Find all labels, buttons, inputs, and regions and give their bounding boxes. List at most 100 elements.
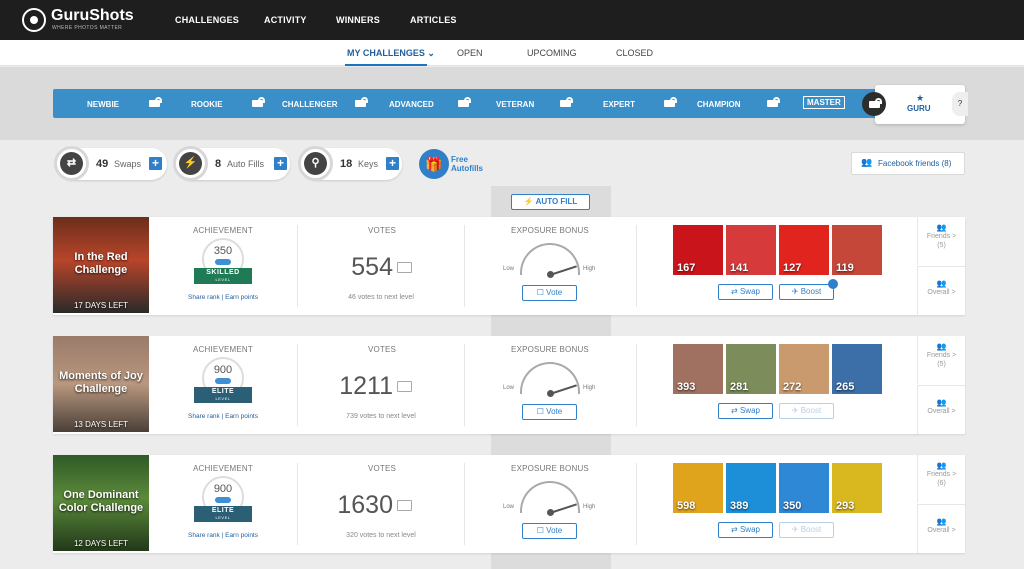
days-left: 13 DAYS LEFT — [73, 420, 129, 429]
photo-votes: 167 — [677, 262, 696, 274]
photo-votes: 127 — [783, 262, 802, 274]
achievement-progress — [215, 378, 231, 384]
achievement-points: 350 — [213, 245, 233, 257]
users-icon: 👥 — [936, 517, 947, 526]
free-autofills-link-line2[interactable]: Autofills — [451, 164, 483, 173]
users-icon: 👥 — [936, 461, 947, 470]
share-rank-link[interactable]: Share rank — [188, 413, 220, 420]
photo-votes: 272 — [783, 381, 802, 393]
exposure-header: EXPOSURE BONUS — [511, 226, 589, 235]
level-expert[interactable]: EXPERT — [603, 100, 635, 109]
vote-button[interactable]: ☐ Vote — [522, 404, 577, 420]
lock-icon — [355, 97, 368, 107]
tab-upcoming[interactable]: UPCOMING — [527, 48, 577, 58]
photo-votes: 119 — [836, 262, 854, 274]
swaps-label: Swaps — [114, 159, 142, 169]
challenge-title[interactable]: Moments of Joy Challenge — [53, 370, 149, 396]
days-left: 12 DAYS LEFT — [73, 539, 129, 548]
share-rank-link[interactable]: Share rank — [188, 532, 220, 539]
overall-rank-link[interactable]: 👥 Overall > — [917, 504, 965, 553]
section-divider — [636, 344, 637, 426]
vote-button[interactable]: ☐ Vote — [522, 523, 577, 539]
help-button[interactable]: ? — [952, 92, 968, 116]
boost-button[interactable]: ✈ Boost — [779, 403, 834, 419]
brand-tagline: WHERE PHOTOS MATTER — [52, 25, 123, 31]
votes-header: VOTES — [367, 226, 397, 235]
tab-closed[interactable]: CLOSED — [616, 48, 653, 58]
section-divider — [464, 344, 465, 426]
friends-rank-link[interactable]: 👥 Friends > (5) — [917, 336, 965, 384]
achievement-header: ACHIEVEMENT — [193, 464, 253, 473]
photo-votes: 389 — [730, 500, 749, 512]
gurushots-logo-icon[interactable] — [22, 8, 46, 32]
lightning-icon: ⚡ — [173, 146, 208, 181]
gift-icon[interactable]: 🎁 — [419, 149, 449, 179]
add-keys-button[interactable]: + — [386, 157, 399, 170]
earn-points-link[interactable]: Earn points — [225, 413, 258, 420]
gauge-pivot — [547, 509, 554, 516]
level-veteran[interactable]: VETERAN — [496, 100, 534, 109]
nav-challenges[interactable]: CHALLENGES — [175, 15, 239, 25]
level-advanced[interactable]: ADVANCED — [389, 100, 434, 109]
chevron-down-icon: ⌄ — [427, 48, 435, 58]
nav-winners[interactable]: WINNERS — [336, 15, 380, 25]
auto-fill-button[interactable]: ⚡ AUTO FILL — [511, 194, 590, 210]
level-rookie[interactable]: ROOKIE — [191, 100, 223, 109]
keys-count: 18 — [340, 158, 353, 170]
brand-name[interactable]: GuruShots — [51, 7, 134, 25]
votes-count: 1630 — [337, 491, 393, 519]
lock-icon — [828, 279, 838, 289]
gauge-high-label: High — [583, 266, 596, 272]
level-badge: SKILLED LEVEL — [194, 268, 252, 284]
auto-fill-label: AUTO FILL — [535, 197, 578, 206]
lock-icon — [664, 97, 677, 107]
nav-articles[interactable]: ARTICLES — [410, 15, 457, 25]
level-challenger[interactable]: CHALLENGER — [282, 100, 338, 109]
nav-activity[interactable]: ACTIVITY — [264, 15, 307, 25]
section-divider — [464, 225, 465, 307]
gauge-high-label: High — [583, 504, 596, 510]
photo-votes: 281 — [730, 381, 749, 393]
key-icon: ⚲ — [298, 146, 333, 181]
share-rank-link[interactable]: Share rank — [188, 294, 220, 301]
section-divider — [636, 225, 637, 307]
lock-icon — [560, 97, 573, 107]
achievement-points: 900 — [213, 364, 233, 376]
vote-box-icon — [397, 500, 412, 511]
votes-to-next-level: 739 votes to next level — [346, 413, 416, 420]
earn-points-link[interactable]: Earn points — [225, 532, 258, 539]
earn-points-link[interactable]: Earn points — [225, 294, 258, 301]
vote-button[interactable]: ☐ Vote — [522, 285, 577, 301]
add-swaps-button[interactable]: + — [149, 157, 162, 170]
section-divider — [464, 463, 465, 545]
achievement-links: Share rank | Earn points — [188, 294, 258, 301]
tab-open[interactable]: OPEN — [457, 48, 483, 58]
gauge-high-label: High — [583, 385, 596, 391]
friends-rank-link[interactable]: 👥 Friends > (6) — [917, 455, 965, 503]
star-icon: ★ — [916, 93, 925, 103]
achievement-points: 900 — [213, 483, 233, 495]
overall-rank-link[interactable]: 👥 Overall > — [917, 385, 965, 434]
lock-icon — [252, 97, 265, 107]
friends-rank-link[interactable]: 👥 Friends > (5) — [917, 217, 965, 265]
section-divider — [297, 225, 298, 307]
swap-button[interactable]: ⇄ Swap — [718, 522, 773, 538]
users-icon: 👥 — [861, 157, 873, 167]
free-autofills-link-line1[interactable]: Free — [451, 155, 468, 164]
top-bar — [0, 0, 1024, 40]
level-master[interactable]: MASTER — [803, 96, 845, 109]
achievement-links: Share rank | Earn points — [188, 532, 258, 539]
swap-button[interactable]: ⇄ Swap — [718, 403, 773, 419]
challenge-title[interactable]: One Dominant Color Challenge — [53, 489, 149, 515]
overall-rank-link[interactable]: 👥 Overall > — [917, 266, 965, 315]
level-champion[interactable]: CHAMPION — [697, 100, 741, 109]
level-newbie[interactable]: NEWBIE — [87, 100, 119, 109]
challenge-title[interactable]: In the Red Challenge — [53, 251, 149, 277]
achievement-progress — [215, 259, 231, 265]
boost-button[interactable]: ✈ Boost — [779, 522, 834, 538]
add-autofills-button[interactable]: + — [274, 157, 287, 170]
swap-button[interactable]: ⇄ Swap — [718, 284, 773, 300]
tab-my-challenges[interactable]: MY CHALLENGES ⌄ — [347, 48, 435, 59]
boost-button[interactable]: ✈ Boost — [779, 284, 834, 300]
votes-to-next-level: 46 votes to next level — [348, 294, 414, 301]
